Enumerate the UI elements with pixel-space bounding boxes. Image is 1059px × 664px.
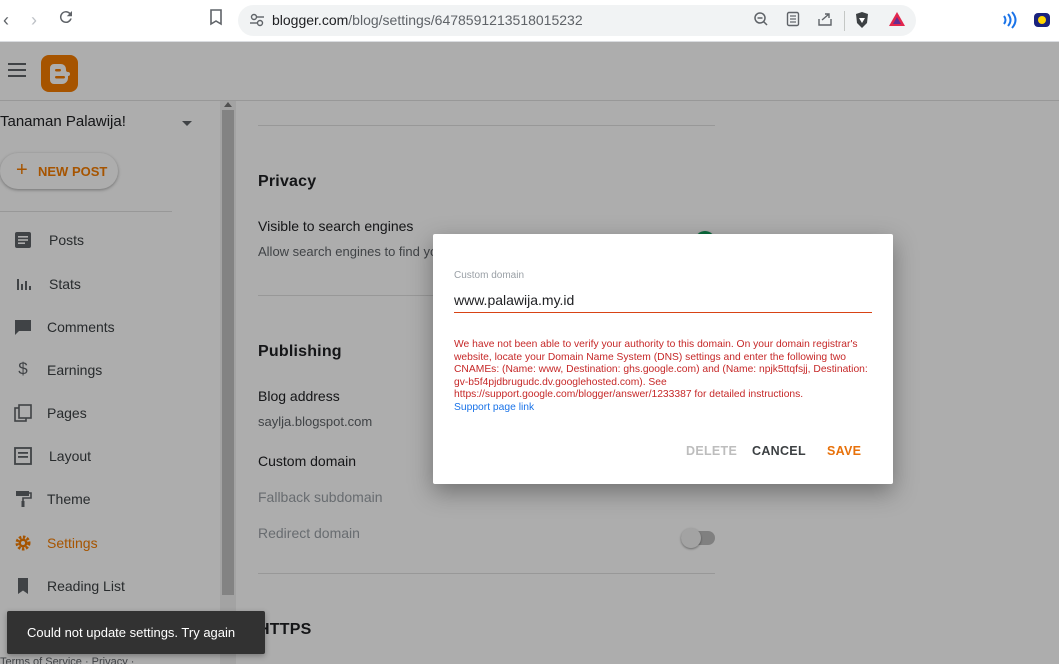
custom-domain-field-label: Custom domain [454,270,525,281]
reader-mode-icon[interactable] [784,11,802,29]
custom-domain-input[interactable] [454,291,872,313]
extension-icon[interactable] [1032,10,1052,30]
browser-toolbar: ‹ › blogger.com/blog/settings/6478591213… [0,0,1059,42]
url-text: blogger.com/blog/settings/64785912135180… [272,12,583,28]
forward-icon[interactable]: › [22,8,46,32]
bookmark-icon[interactable] [204,8,228,32]
site-settings-icon[interactable] [248,11,266,29]
zoom-icon[interactable] [752,11,770,29]
address-bar[interactable]: blogger.com/blog/settings/64785912135180… [238,5,916,36]
reload-icon[interactable] [54,8,78,32]
delete-button[interactable]: DELETE [686,444,737,458]
snackbar-message: Could not update settings. Try again [27,625,236,640]
custom-domain-dialog: Custom domain We have not been able to v… [433,234,893,484]
url-host: blogger.com [272,12,349,28]
wallet-extension-icon[interactable] [1000,10,1020,30]
brave-shields-icon[interactable] [853,11,871,29]
share-icon[interactable] [816,11,834,29]
url-path: /blog/settings/6478591213518015232 [348,12,583,28]
support-page-link[interactable]: Support page link [454,402,534,413]
back-icon[interactable]: ‹ [0,8,18,32]
cancel-button[interactable]: CANCEL [752,444,806,458]
domain-verification-error: We have not been able to verify your aut… [454,339,868,401]
brave-rewards-icon[interactable] [888,11,906,29]
save-button[interactable]: SAVE [827,444,861,458]
address-bar-divider [844,11,845,31]
error-snackbar: Could not update settings. Try again [7,611,265,654]
